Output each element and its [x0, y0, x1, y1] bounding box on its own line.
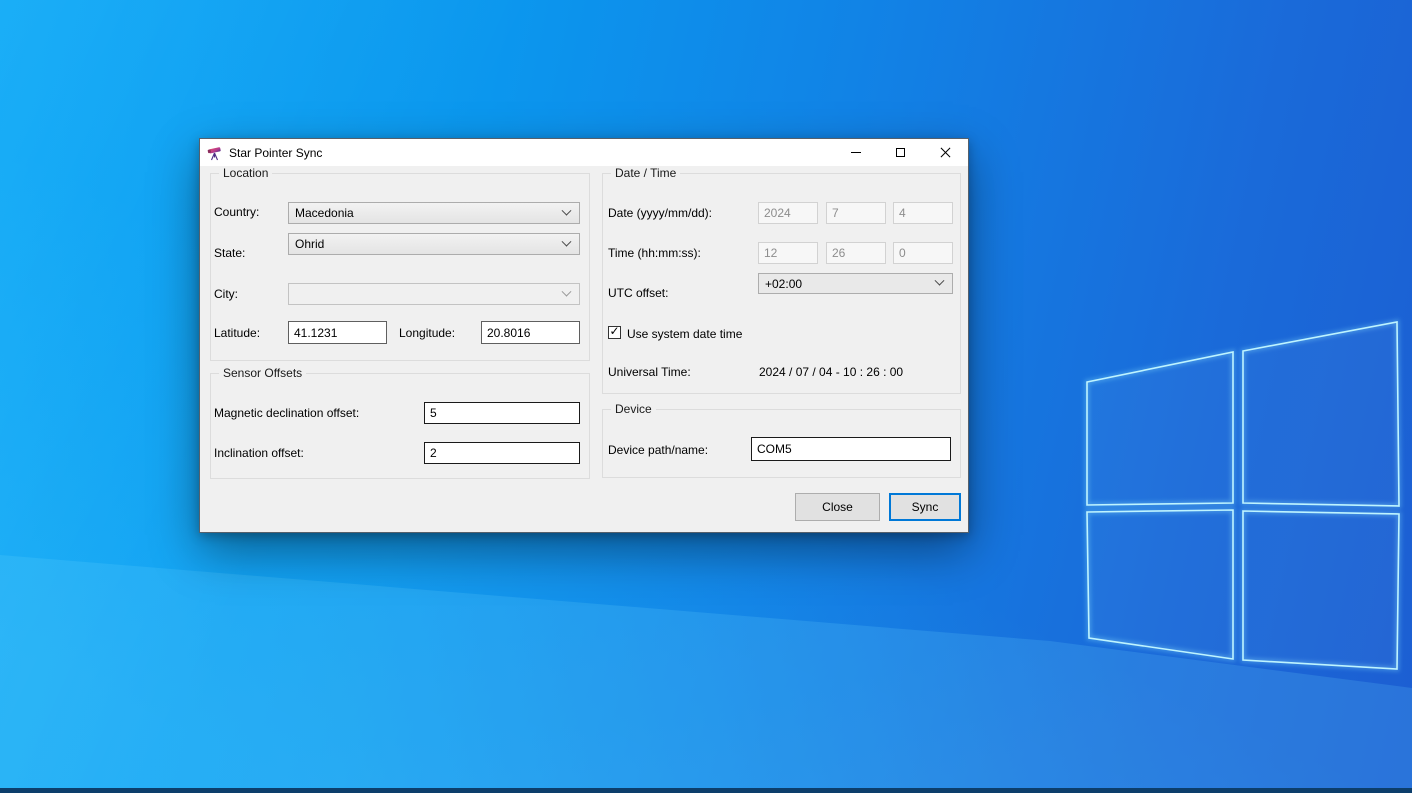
country-value: Macedonia [295, 206, 563, 220]
utc-offset-label: UTC offset: [608, 286, 668, 300]
close-button[interactable]: Close [795, 493, 880, 521]
state-combobox[interactable]: Ohrid [288, 233, 580, 255]
device-group-label: Device [611, 402, 656, 416]
chevron-down-icon [562, 236, 572, 246]
check-icon: ✓ [609, 326, 619, 337]
country-combobox[interactable]: Macedonia [288, 202, 580, 224]
date-day-input[interactable] [893, 202, 953, 224]
time-minute-input[interactable] [826, 242, 886, 264]
chevron-down-icon [935, 276, 945, 286]
chevron-down-icon [562, 286, 572, 296]
longitude-label: Longitude: [399, 326, 455, 340]
logo-pane-bottom-right [1243, 511, 1399, 669]
close-icon [940, 147, 951, 158]
inclination-offset-label: Inclination offset: [214, 446, 304, 460]
time-hour-input[interactable] [758, 242, 818, 264]
sensor-offsets-group-label: Sensor Offsets [219, 366, 306, 380]
date-month-input[interactable] [826, 202, 886, 224]
universal-time-value: 2024 / 07 / 04 - 10 : 26 : 00 [759, 365, 903, 379]
close-window-button[interactable] [923, 139, 968, 166]
state-value: Ohrid [295, 237, 563, 251]
telescope-app-icon [207, 145, 223, 161]
longitude-input[interactable] [481, 321, 580, 344]
magnetic-declination-label: Magnetic declination offset: [214, 406, 359, 420]
magnetic-declination-input[interactable] [424, 402, 580, 424]
universal-time-label: Universal Time: [608, 365, 691, 379]
use-system-datetime-checkbox[interactable]: ✓ [608, 326, 621, 339]
logo-pane-top-right [1243, 322, 1399, 506]
star-pointer-sync-window: Star Pointer Sync Location Country: Mace… [199, 138, 969, 533]
device-path-label: Device path/name: [608, 443, 708, 457]
location-group-label: Location [219, 166, 272, 180]
country-label: Country: [214, 205, 259, 219]
city-label: City: [214, 287, 238, 301]
minimize-icon [851, 152, 861, 153]
window-title: Star Pointer Sync [229, 146, 322, 160]
desktop-wallpaper: Star Pointer Sync Location Country: Mace… [0, 0, 1412, 793]
inclination-offset-input[interactable] [424, 442, 580, 464]
datetime-group-label: Date / Time [611, 166, 680, 180]
state-label: State: [214, 246, 245, 260]
sync-button[interactable]: Sync [889, 493, 961, 521]
time-label: Time (hh:mm:ss): [608, 246, 701, 260]
date-year-input[interactable] [758, 202, 818, 224]
utc-offset-value: +02:00 [765, 277, 936, 291]
maximize-icon [896, 148, 905, 157]
utc-offset-combobox[interactable]: +02:00 [758, 273, 953, 294]
city-combobox[interactable] [288, 283, 580, 305]
device-path-input[interactable] [751, 437, 951, 461]
date-label: Date (yyyy/mm/dd): [608, 206, 712, 220]
logo-pane-bottom-left [1087, 510, 1233, 659]
chevron-down-icon [562, 205, 572, 215]
use-system-datetime-label: Use system date time [627, 327, 742, 341]
minimize-button[interactable] [833, 139, 878, 166]
taskbar-edge[interactable] [0, 788, 1412, 793]
latitude-label: Latitude: [214, 326, 260, 340]
time-second-input[interactable] [893, 242, 953, 264]
latitude-input[interactable] [288, 321, 387, 344]
maximize-button[interactable] [878, 139, 923, 166]
